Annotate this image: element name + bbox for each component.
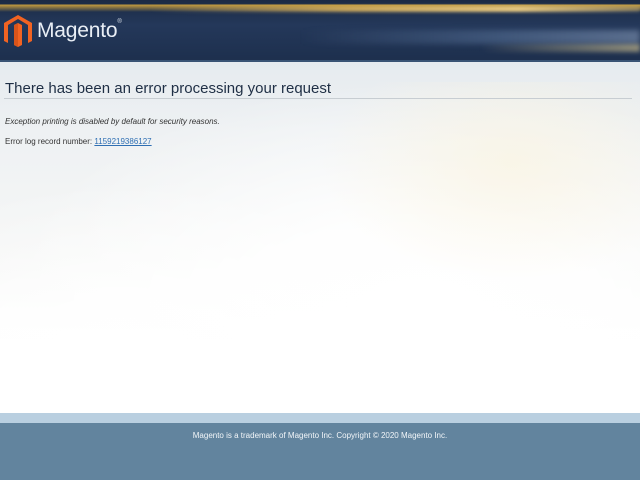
main-content: There has been an error processing your … [0, 62, 640, 413]
logo-wordmark: Magento® [37, 19, 122, 42]
error-log-line: Error log record number: 1159219386127 [5, 137, 152, 146]
background-glow [320, 82, 640, 282]
title-divider [4, 98, 632, 99]
exception-message: Exception printing is disabled by defaul… [5, 117, 220, 126]
footer-copyright: Magento is a trademark of Magento Inc. C… [192, 431, 448, 440]
header-decoration [480, 44, 640, 52]
error-log-label: Error log record number: [5, 137, 95, 146]
magento-logo-icon [4, 15, 32, 47]
header-decoration [150, 6, 640, 12]
page-footer: Magento is a trademark of Magento Inc. C… [0, 423, 640, 480]
footer-band [0, 413, 640, 423]
header-decoration [300, 30, 640, 44]
magento-logo[interactable]: Magento® [4, 14, 122, 48]
error-log-number-link[interactable]: 1159219386127 [94, 137, 151, 146]
page-header: Magento® [0, 0, 640, 62]
page-title: There has been an error processing your … [5, 80, 332, 97]
